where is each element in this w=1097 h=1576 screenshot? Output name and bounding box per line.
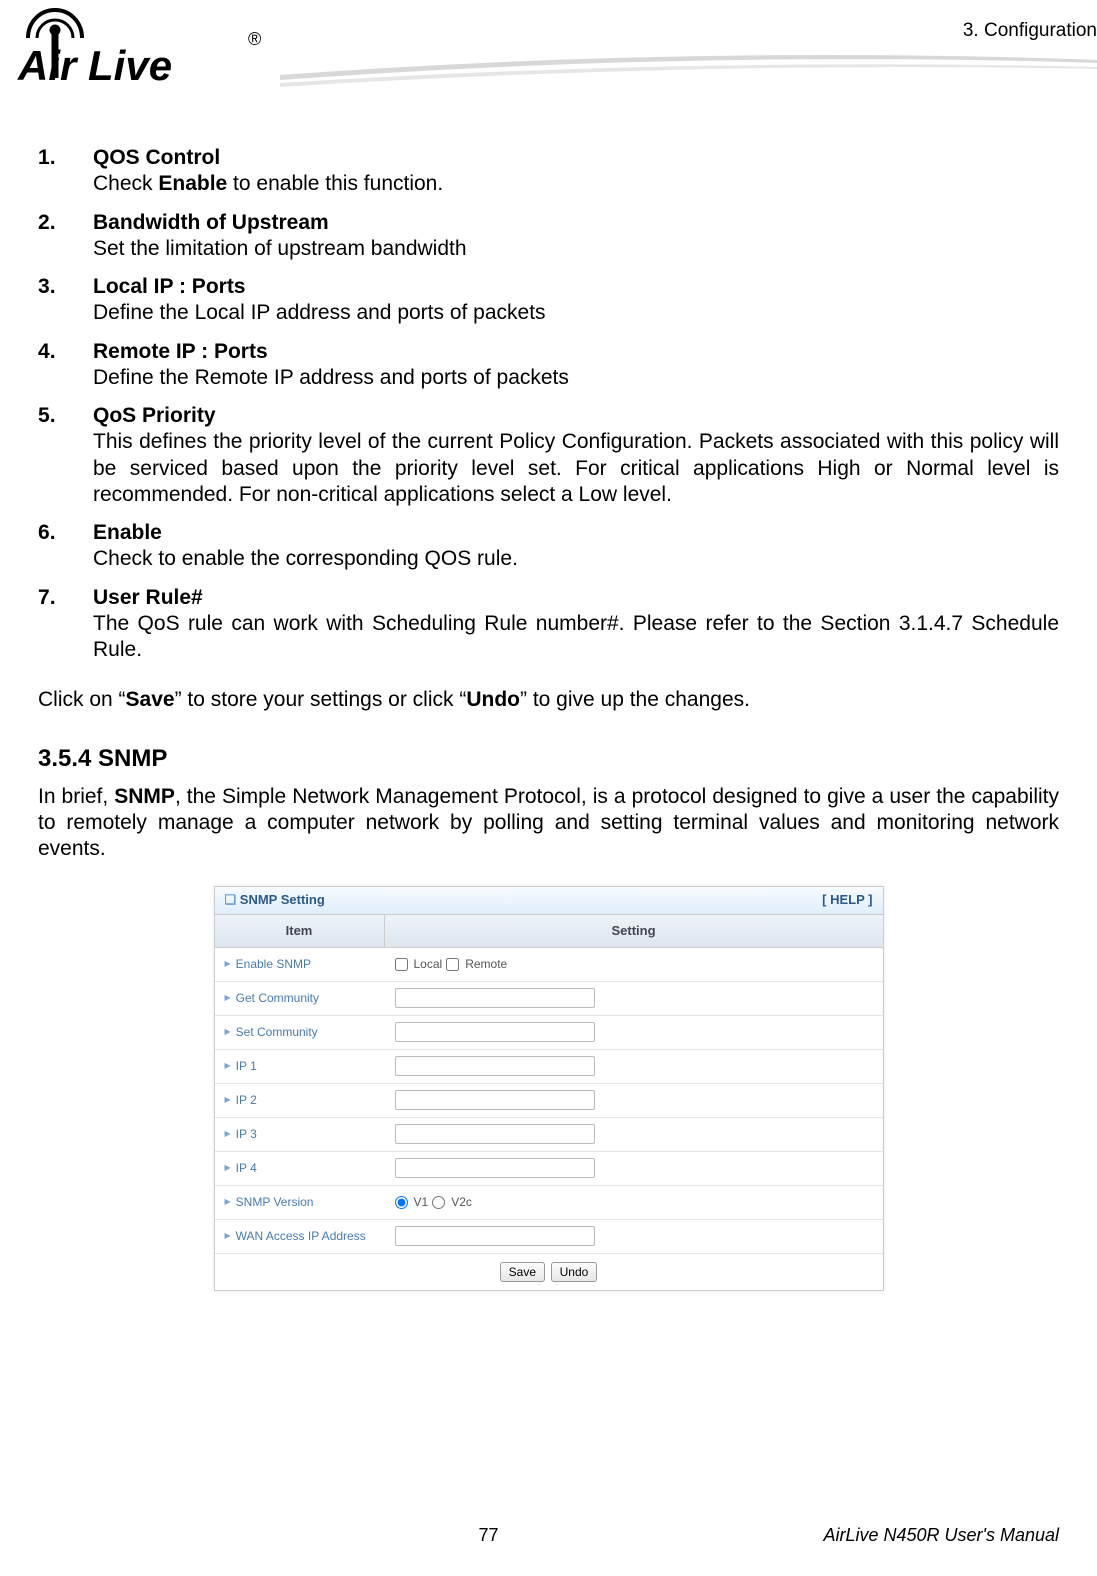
def-title: QOS Control bbox=[93, 146, 220, 169]
row-label-text: Enable SNMP bbox=[236, 957, 311, 972]
def-desc: The QoS rule can work with Scheduling Ru… bbox=[93, 611, 1059, 664]
arrow-icon: ▶ bbox=[225, 1061, 231, 1071]
def-desc: Check Enable to enable this function. bbox=[93, 171, 1059, 197]
row-label-text: IP 2 bbox=[236, 1093, 257, 1108]
section-heading-snmp: 3.5.4 SNMP bbox=[38, 744, 1059, 774]
remote-checkbox[interactable] bbox=[446, 958, 459, 971]
def-title: QoS Priority bbox=[93, 404, 216, 427]
def-desc: Check to enable the corresponding QOS ru… bbox=[93, 546, 1059, 572]
header-swoosh bbox=[280, 35, 1097, 95]
row-label-text: Get Community bbox=[236, 991, 319, 1006]
save-button[interactable]: Save bbox=[500, 1262, 545, 1282]
definition-list: QOS Control Check Enable to enable this … bbox=[38, 145, 1059, 663]
row-label-text: IP 1 bbox=[236, 1059, 257, 1074]
def-local-ip-ports: Local IP : Ports Define the Local IP add… bbox=[38, 274, 1059, 327]
arrow-icon: ▶ bbox=[225, 1027, 231, 1037]
def-title: Local IP : Ports bbox=[93, 275, 246, 298]
def-title: User Rule# bbox=[93, 586, 203, 609]
page-footer: 77 AirLive N450R User's Manual bbox=[0, 1525, 1097, 1546]
row-get-community: ▶ Get Community bbox=[215, 982, 883, 1016]
def-desc: This defines the priority level of the c… bbox=[93, 429, 1059, 508]
row-label-text: WAN Access IP Address bbox=[236, 1229, 366, 1244]
get-community-input[interactable] bbox=[395, 988, 595, 1008]
snmp-title-text: SNMP Setting bbox=[240, 892, 325, 907]
def-title: Remote IP : Ports bbox=[93, 340, 268, 363]
set-community-input[interactable] bbox=[395, 1022, 595, 1042]
ip1-input[interactable] bbox=[395, 1056, 595, 1076]
def-desc: Set the limitation of upstream bandwidth bbox=[93, 236, 1059, 262]
def-desc: Define the Local IP address and ports of… bbox=[93, 300, 1059, 326]
row-wan-access: ▶ WAN Access IP Address bbox=[215, 1220, 883, 1254]
ip4-input[interactable] bbox=[395, 1158, 595, 1178]
def-qos-control: QOS Control Check Enable to enable this … bbox=[38, 145, 1059, 198]
row-ip4: ▶ IP 4 bbox=[215, 1152, 883, 1186]
row-label-text: IP 3 bbox=[236, 1127, 257, 1142]
ip3-input[interactable] bbox=[395, 1124, 595, 1144]
def-bandwidth-upstream: Bandwidth of Upstream Set the limitation… bbox=[38, 210, 1059, 263]
v1-radio[interactable] bbox=[395, 1196, 408, 1209]
arrow-icon: ▶ bbox=[225, 1129, 231, 1139]
def-remote-ip-ports: Remote IP : Ports Define the Remote IP a… bbox=[38, 339, 1059, 392]
ip2-input[interactable] bbox=[395, 1090, 595, 1110]
save-undo-instruction: Click on “Save” to store your settings o… bbox=[38, 687, 1059, 713]
row-ip1: ▶ IP 1 bbox=[215, 1050, 883, 1084]
col-header-setting: Setting bbox=[385, 915, 883, 947]
arrow-icon: ▶ bbox=[225, 1231, 231, 1241]
arrow-icon: ▶ bbox=[225, 1163, 231, 1173]
arrow-icon: ▶ bbox=[225, 1197, 231, 1207]
arrow-icon: ▶ bbox=[225, 1095, 231, 1105]
row-enable-snmp: ▶ Enable SNMP Local Remote bbox=[215, 948, 883, 982]
v1-label: V1 bbox=[414, 1195, 429, 1210]
snmp-panel-titlebar: ❑ SNMP Setting [ HELP ] bbox=[215, 887, 883, 914]
def-enable: Enable Check to enable the corresponding… bbox=[38, 520, 1059, 573]
col-header-item: Item bbox=[215, 915, 385, 947]
snmp-column-header: Item Setting bbox=[215, 915, 883, 948]
def-user-rule: User Rule# The QoS rule can work with Sc… bbox=[38, 585, 1059, 664]
snmp-intro-paragraph: In brief, SNMP, the Simple Network Manag… bbox=[38, 784, 1059, 863]
undo-button[interactable]: Undo bbox=[551, 1262, 598, 1282]
arrow-icon: ▶ bbox=[225, 993, 231, 1003]
def-desc: Define the Remote IP address and ports o… bbox=[93, 365, 1059, 391]
local-label: Local bbox=[414, 957, 443, 972]
page-content: QOS Control Check Enable to enable this … bbox=[0, 145, 1097, 1291]
wan-access-input[interactable] bbox=[395, 1226, 595, 1246]
def-qos-priority: QoS Priority This defines the priority l… bbox=[38, 403, 1059, 508]
row-label-text: Set Community bbox=[236, 1025, 318, 1040]
arrow-icon: ▶ bbox=[225, 959, 231, 969]
row-snmp-version: ▶ SNMP Version V1 V2c bbox=[215, 1186, 883, 1220]
header: Air Live ® 3. Configuration bbox=[0, 0, 1097, 120]
row-label-text: IP 4 bbox=[236, 1161, 257, 1176]
help-link[interactable]: [ HELP ] bbox=[822, 892, 872, 908]
row-ip3: ▶ IP 3 bbox=[215, 1118, 883, 1152]
remote-label: Remote bbox=[465, 957, 507, 972]
manual-name: AirLive N450R User's Manual bbox=[739, 1525, 1059, 1546]
snmp-button-row: Save Undo bbox=[215, 1254, 883, 1290]
panel-bullet-icon: ❑ bbox=[225, 892, 237, 907]
page-number: 77 bbox=[238, 1525, 739, 1546]
v2c-radio[interactable] bbox=[432, 1196, 445, 1209]
svg-text:®: ® bbox=[248, 29, 261, 49]
svg-text:Air Live: Air Live bbox=[17, 42, 172, 89]
v2c-label: V2c bbox=[451, 1195, 472, 1210]
row-set-community: ▶ Set Community bbox=[215, 1016, 883, 1050]
row-ip2: ▶ IP 2 bbox=[215, 1084, 883, 1118]
def-title: Bandwidth of Upstream bbox=[93, 211, 329, 234]
def-title: Enable bbox=[93, 521, 162, 544]
row-label-text: SNMP Version bbox=[236, 1195, 314, 1210]
local-checkbox[interactable] bbox=[395, 958, 408, 971]
snmp-title-left: ❑ SNMP Setting bbox=[225, 892, 325, 908]
airlive-logo: Air Live ® bbox=[10, 0, 270, 100]
snmp-setting-panel: ❑ SNMP Setting [ HELP ] Item Setting ▶ En… bbox=[214, 886, 884, 1291]
